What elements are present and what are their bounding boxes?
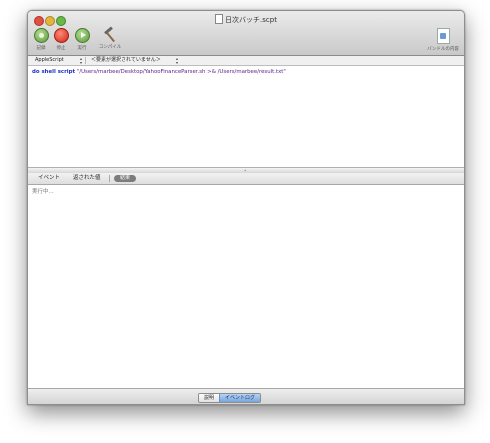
element-popup[interactable]: ＜要素が選択されていません＞ ▴ ▾ xyxy=(88,56,181,65)
record-icon xyxy=(33,28,49,43)
result-tabs: イベント 返された値 結果 xyxy=(28,173,464,185)
tab-events[interactable]: イベント xyxy=(38,174,60,183)
run-button[interactable]: 実行 xyxy=(70,28,94,51)
language-value: AppleScript xyxy=(35,57,64,63)
run-label: 実行 xyxy=(77,46,87,51)
event-log-button[interactable]: イベントログ xyxy=(219,394,261,402)
code-keyword: do shell script xyxy=(32,69,76,75)
document-icon xyxy=(215,14,224,24)
window-title: 日次バッチ.scpt xyxy=(28,14,464,25)
code-line: do shell script "/Users/marbee/Desktop/Y… xyxy=(32,69,286,75)
description-button[interactable]: 説明 xyxy=(199,394,220,402)
compile-button[interactable]: コンパイル xyxy=(95,26,125,50)
hammer-icon xyxy=(102,26,118,43)
element-value: ＜要素が選択されていません＞ xyxy=(91,57,161,63)
compile-label: コンパイル xyxy=(98,45,122,50)
view-switcher: 説明 イベントログ xyxy=(198,393,262,403)
bundle-label: バンドルの内容 xyxy=(427,47,459,52)
window-title-text: 日次バッチ.scpt xyxy=(225,16,277,24)
bundle-contents-button[interactable]: バンドルの内容 xyxy=(424,28,462,52)
updown-arrows-icon: ▴ ▾ xyxy=(175,56,178,65)
tab-result[interactable]: 結果 xyxy=(114,175,137,182)
stop-icon xyxy=(53,28,69,43)
updown-arrows-icon: ▴ ▾ xyxy=(79,56,82,65)
navigation-bar: AppleScript ▴ ▾ ＜要素が選択されていません＞ ▴ ▾ xyxy=(28,56,464,66)
running-status: 実行中... xyxy=(32,189,54,195)
script-editor-window: 日次バッチ.scpt 記録 停止 実行 コンパイル バンドルの内容 AppleS… xyxy=(27,10,465,405)
tab-returned-values[interactable]: 返された値 xyxy=(73,174,101,183)
result-pane: 実行中... xyxy=(28,185,464,399)
bundle-icon xyxy=(436,28,450,44)
title-bar: 日次バッチ.scpt 記録 停止 実行 コンパイル バンドルの内容 xyxy=(28,11,464,56)
language-popup[interactable]: AppleScript ▴ ▾ xyxy=(32,57,86,64)
bottom-bar: 説明 イベントログ xyxy=(28,388,464,404)
code-argument: "/Users/marbee/Desktop/YahooFinanceParse… xyxy=(75,69,286,75)
tab-divider xyxy=(109,175,110,182)
script-editor[interactable]: do shell script "/Users/marbee/Desktop/Y… xyxy=(28,66,464,167)
run-icon xyxy=(74,28,90,43)
